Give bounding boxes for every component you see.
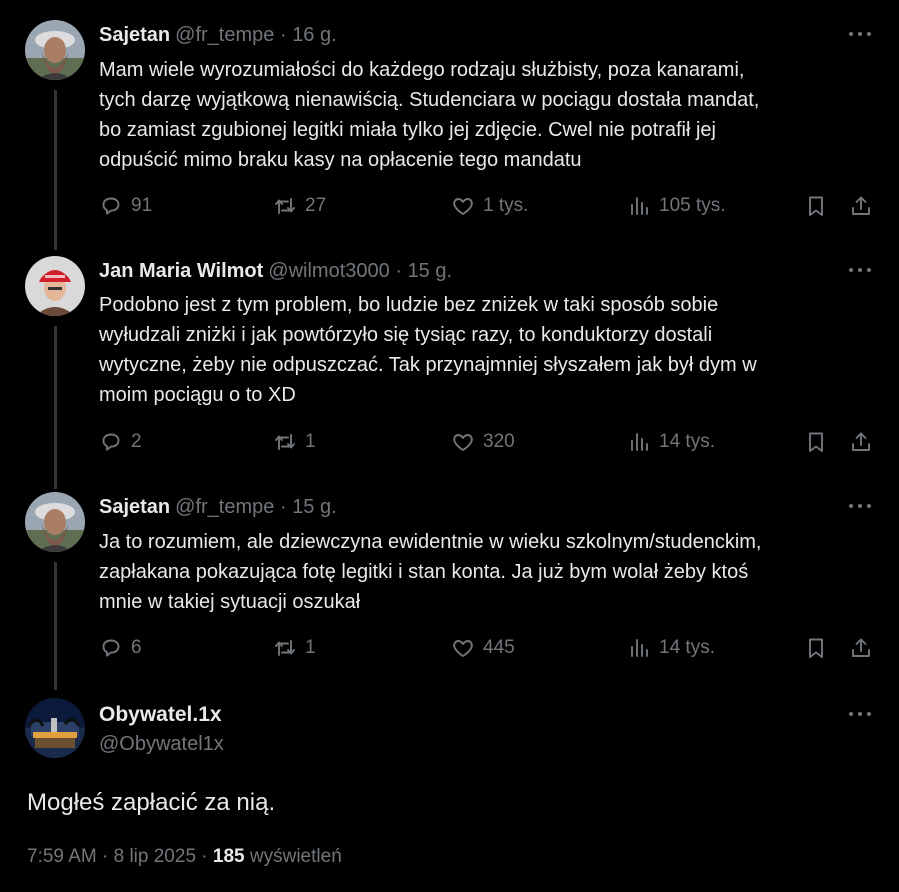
main-tweet: Obywatel.1x @Obywatel1x Mogłeś zapłacić … xyxy=(0,0,899,892)
views-count: 185 xyxy=(212,846,245,867)
tweet-meta: 7:59 AM · 8 lip 2025 · 185 wyświetleń xyxy=(27,844,342,870)
timestamp[interactable]: 7:59 AM xyxy=(27,846,97,867)
author-name[interactable]: Obywatel.1x xyxy=(99,702,222,728)
views-label: wyświetleń xyxy=(249,846,342,867)
tweet-text: Mogłeś zapłacić za nią. xyxy=(27,789,276,816)
avatar[interactable] xyxy=(25,698,85,758)
more-icon[interactable] xyxy=(845,704,875,724)
author-handle[interactable]: @Obywatel1x xyxy=(99,731,224,757)
separator: · xyxy=(201,846,208,867)
separator: · xyxy=(102,846,109,867)
date[interactable]: 8 lip 2025 xyxy=(114,846,196,867)
avatar-image xyxy=(25,698,85,758)
